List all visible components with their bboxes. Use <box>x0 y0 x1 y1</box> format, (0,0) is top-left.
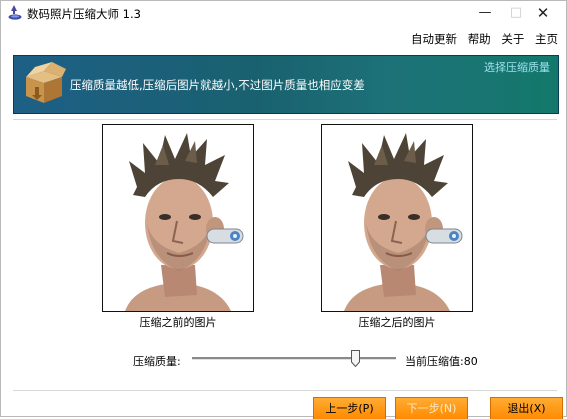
quality-label: 压缩质量: <box>133 355 181 368</box>
divider <box>13 119 557 120</box>
menu-item-home[interactable]: 主页 <box>535 32 558 46</box>
after-caption: 压缩之后的图片 <box>358 316 436 329</box>
box-icon <box>26 62 66 103</box>
menu-item-about[interactable]: 关于 <box>501 32 524 46</box>
window-title: 数码照片压缩大师 1.3 <box>27 7 141 21</box>
app-logo-icon <box>8 5 22 20</box>
menu-item-help[interactable]: 帮助 <box>468 32 491 46</box>
portrait-after <box>322 125 472 311</box>
bottom-divider <box>13 390 557 391</box>
select-quality-link[interactable]: 选择压缩质量 <box>484 59 550 75</box>
info-banner: 压缩质量越低,压缩后图片就越小,不过图片质量也相应变差 选择压缩质量 <box>13 55 559 114</box>
app-window: 数码照片压缩大师 1.3 — □ ✕ 自动更新 帮助 关于 主页 压缩质量越低,… <box>0 0 567 419</box>
close-button[interactable]: ✕ <box>529 1 557 25</box>
after-image <box>321 124 473 312</box>
quality-value-label: 当前压缩值:80 <box>405 355 478 368</box>
title-bar[interactable]: 数码照片压缩大师 1.3 — □ ✕ <box>1 1 566 25</box>
next-step-button[interactable]: 下一步(N) <box>395 397 468 419</box>
menu-bar: 自动更新 帮助 关于 主页 <box>404 31 558 47</box>
banner-message: 压缩质量越低,压缩后图片就越小,不过图片质量也相应变差 <box>70 78 365 92</box>
prev-step-button[interactable]: 上一步(P) <box>313 397 386 419</box>
exit-button[interactable]: 退出(X) <box>490 397 563 419</box>
quality-slider-track[interactable] <box>192 357 396 360</box>
menu-item-auto-update[interactable]: 自动更新 <box>411 32 457 46</box>
quality-slider-thumb[interactable] <box>351 350 361 367</box>
before-image <box>102 124 254 312</box>
minimize-button[interactable]: — <box>463 1 507 25</box>
before-caption: 压缩之前的图片 <box>139 316 217 329</box>
portrait-before <box>103 125 253 311</box>
maximize-button[interactable]: □ <box>507 1 525 25</box>
